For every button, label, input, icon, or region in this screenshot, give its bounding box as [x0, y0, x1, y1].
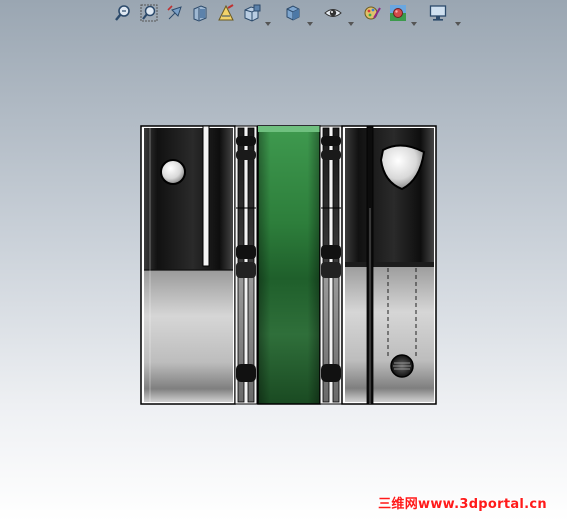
display-style-button[interactable]: [283, 5, 303, 25]
edit-appearance-icon: [363, 4, 381, 26]
annotation-views-icon: [217, 4, 235, 26]
display-style-icon: [284, 4, 302, 26]
chevron-down-icon: [411, 12, 417, 31]
section-view-icon: [191, 4, 209, 26]
view-settings-dropdown[interactable]: [455, 12, 461, 26]
eye-icon: [324, 4, 342, 26]
display-style-dropdown[interactable]: [307, 12, 313, 26]
heads-up-view-toolbar: [0, 3, 567, 27]
view-orientation-icon: [243, 4, 261, 26]
center-spacer[interactable]: [257, 125, 321, 405]
hide-show-items-dropdown[interactable]: [348, 12, 354, 26]
view-settings-button[interactable]: [428, 5, 448, 25]
chevron-down-icon: [307, 12, 313, 31]
zoom-to-area-button[interactable]: [139, 4, 159, 26]
dynamic-annotation-views-button[interactable]: [216, 4, 236, 26]
right-hub[interactable]: [341, 125, 437, 405]
edit-appearance-button[interactable]: [362, 5, 382, 25]
previous-view-button[interactable]: [165, 5, 185, 25]
view-orientation-button[interactable]: [242, 4, 262, 26]
graphics-area[interactable]: [0, 30, 567, 500]
zoom-to-area-icon: [140, 4, 158, 26]
previous-view-icon: [166, 4, 184, 26]
site-watermark: 三维网www.3dportal.cn: [378, 497, 547, 512]
coupling-model: [140, 125, 437, 405]
chevron-down-icon: [348, 12, 354, 31]
left-disc-pack[interactable]: [234, 125, 258, 405]
chevron-down-icon: [265, 12, 271, 31]
left-hub[interactable]: [140, 125, 236, 405]
zoom-to-fit-icon: [114, 4, 132, 26]
hide-show-items-button[interactable]: [323, 5, 343, 25]
apply-scene-icon: [389, 4, 407, 26]
zoom-to-fit-button[interactable]: [113, 5, 133, 25]
monitor-icon: [429, 4, 447, 26]
apply-scene-dropdown[interactable]: [411, 12, 417, 26]
chevron-down-icon: [455, 12, 461, 31]
apply-scene-button[interactable]: [388, 5, 408, 25]
view-orientation-dropdown[interactable]: [265, 12, 271, 26]
section-view-button[interactable]: [190, 5, 210, 25]
right-disc-pack[interactable]: [319, 125, 343, 405]
